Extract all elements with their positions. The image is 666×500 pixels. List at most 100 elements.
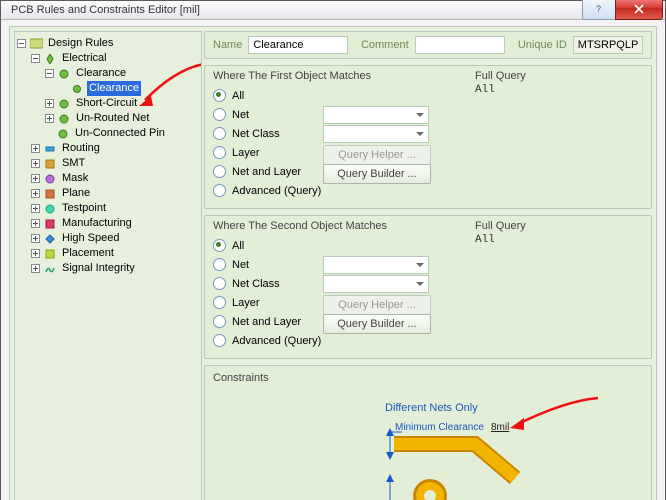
name-label: Name — [213, 39, 242, 51]
radio-advanced-query[interactable]: Advanced (Query) — [213, 181, 323, 200]
titlebar: PCB Rules and Constraints Editor [mil] ? — [1, 1, 665, 20]
rule-icon — [70, 83, 84, 95]
tree-node-short-circuit[interactable]: Short-Circuit — [45, 96, 199, 111]
radio-icon — [213, 334, 226, 347]
tree-node-mask[interactable]: Mask — [31, 171, 199, 186]
smt-icon — [43, 158, 57, 170]
expand-icon[interactable] — [45, 99, 54, 108]
net-combo-2[interactable] — [323, 256, 429, 274]
clearance-icon — [57, 68, 71, 80]
comment-field[interactable] — [415, 36, 505, 54]
rule-icon — [56, 128, 70, 140]
tree-node-design-rules[interactable]: Design Rules — [17, 36, 199, 51]
expand-icon[interactable] — [31, 189, 40, 198]
expand-icon[interactable] — [31, 264, 40, 273]
query-helper-button: Query Helper ... — [323, 145, 431, 165]
tree-node-smt[interactable]: SMT — [31, 156, 199, 171]
collapse-icon[interactable] — [31, 54, 40, 63]
net-class-combo-2[interactable] — [323, 275, 429, 293]
radio-icon — [213, 89, 226, 102]
radio-icon — [213, 146, 226, 159]
radio-net[interactable]: Net — [213, 105, 323, 124]
second-match-title: Where The Second Object Matches — [213, 220, 469, 232]
tree-node-electrical[interactable]: Electrical — [31, 51, 199, 66]
tree-node-clearance-rule[interactable]: Clearance — [59, 81, 199, 96]
expand-icon[interactable] — [31, 174, 40, 183]
query-helper-button-2: Query Helper ... — [323, 295, 431, 315]
collapse-icon[interactable] — [45, 69, 54, 78]
main-split: Design Rules Electrical — [9, 26, 657, 500]
full-query-label-2: Full Query — [475, 220, 645, 232]
radio-net-2[interactable]: Net — [213, 255, 323, 274]
tree-node-unconnected[interactable]: Un-Connected Pin — [45, 126, 199, 141]
net-class-combo[interactable] — [323, 125, 429, 143]
name-field[interactable]: Clearance — [248, 36, 348, 54]
window-controls: ? — [582, 0, 663, 19]
expand-icon[interactable] — [31, 234, 40, 243]
electrical-icon — [43, 53, 57, 65]
different-nets-link[interactable]: Different Nets Only — [385, 402, 478, 414]
rule-icon — [57, 98, 71, 110]
first-match-title: Where The First Object Matches — [213, 70, 469, 82]
expand-icon[interactable] — [31, 204, 40, 213]
radio-icon — [213, 315, 226, 328]
expand-icon[interactable] — [31, 159, 40, 168]
expand-icon[interactable] — [31, 249, 40, 258]
radio-advanced-query-2[interactable]: Advanced (Query) — [213, 331, 323, 350]
full-query-label: Full Query — [475, 70, 645, 82]
expand-icon[interactable] — [45, 114, 54, 123]
plane-icon — [43, 188, 57, 200]
constraints-title: Constraints — [213, 372, 643, 384]
mask-icon — [43, 173, 57, 185]
radio-net-class[interactable]: Net Class — [213, 124, 323, 143]
close-button[interactable] — [615, 0, 663, 20]
full-query-value: All — [475, 84, 645, 96]
full-query-value-2: All — [475, 234, 645, 246]
manufacturing-icon — [43, 218, 57, 230]
tree-node-signal-integrity[interactable]: Signal Integrity — [31, 261, 199, 276]
signal-integrity-icon — [43, 263, 57, 275]
radio-layer-2[interactable]: Layer — [213, 293, 323, 312]
first-match-panel: Where The First Object Matches All Net N… — [204, 65, 652, 209]
query-builder-button-2[interactable]: Query Builder ... — [323, 314, 431, 334]
radio-icon — [213, 127, 226, 140]
tree-node-clearance-category[interactable]: Clearance — [45, 66, 199, 81]
tree-node-routing[interactable]: Routing — [31, 141, 199, 156]
tree-node-plane[interactable]: Plane — [31, 186, 199, 201]
book-icon — [29, 38, 43, 50]
net-combo[interactable] — [323, 106, 429, 124]
radio-all-2[interactable]: All — [213, 236, 323, 255]
routing-icon — [43, 143, 57, 155]
window-title: PCB Rules and Constraints Editor [mil] — [11, 4, 200, 16]
radio-net-and-layer[interactable]: Net and Layer — [213, 162, 323, 181]
radio-net-and-layer-2[interactable]: Net and Layer — [213, 312, 323, 331]
expand-icon[interactable] — [31, 144, 40, 153]
tree-node-testpoint[interactable]: Testpoint — [31, 201, 199, 216]
radio-icon — [213, 184, 226, 197]
svg-text:?: ? — [596, 4, 601, 14]
expand-icon[interactable] — [31, 219, 40, 228]
high-speed-icon — [43, 233, 57, 245]
clearance-graphic — [380, 426, 550, 500]
radio-layer[interactable]: Layer — [213, 143, 323, 162]
radio-icon — [213, 258, 226, 271]
constraints-panel: Constraints Different Nets Only Minimum … — [204, 365, 652, 500]
radio-icon — [213, 108, 226, 121]
tree-node-placement[interactable]: Placement — [31, 246, 199, 261]
radio-icon — [213, 296, 226, 309]
rule-editor: Name Clearance Comment Unique ID MTSRPQL… — [204, 31, 652, 500]
radio-all[interactable]: All — [213, 86, 323, 105]
rule-icon — [57, 113, 71, 125]
help-button[interactable]: ? — [582, 0, 616, 20]
tree-node-high-speed[interactable]: High Speed — [31, 231, 199, 246]
collapse-icon[interactable] — [17, 39, 26, 48]
query-builder-button[interactable]: Query Builder ... — [323, 164, 431, 184]
tree-node-manufacturing[interactable]: Manufacturing — [31, 216, 199, 231]
dialog-window: PCB Rules and Constraints Editor [mil] ? — [0, 0, 666, 500]
placement-icon — [43, 248, 57, 260]
radio-icon — [213, 239, 226, 252]
radio-net-class-2[interactable]: Net Class — [213, 274, 323, 293]
dialog-body: Design Rules Electrical — [1, 20, 665, 500]
rules-tree[interactable]: Design Rules Electrical — [14, 31, 202, 500]
tree-node-unrouted[interactable]: Un-Routed Net — [45, 111, 199, 126]
